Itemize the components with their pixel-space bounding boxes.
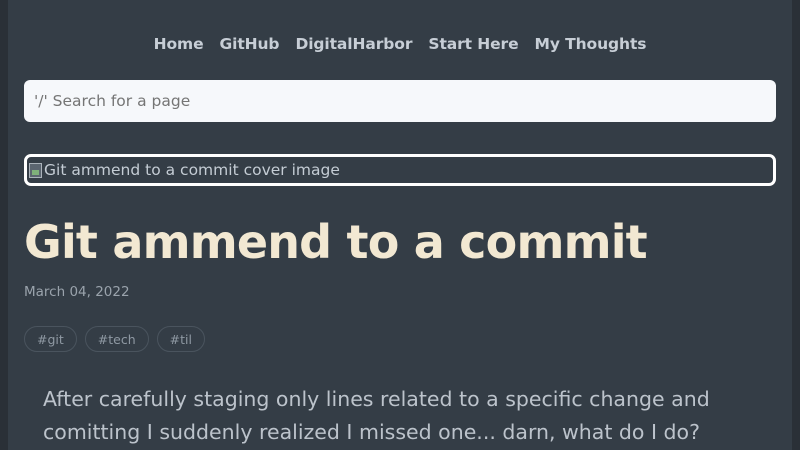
search-input[interactable] — [24, 80, 776, 122]
tag-til[interactable]: #til — [156, 326, 205, 352]
nav-start-here-link[interactable]: Start Here — [428, 34, 518, 54]
nav-github-link[interactable]: GitHub — [219, 34, 279, 54]
page-container: Home GitHub DigitalHarbor Start Here My … — [8, 0, 792, 450]
post-date: March 04, 2022 — [24, 284, 130, 300]
broken-image-icon — [29, 162, 42, 178]
tag-git[interactable]: #git — [24, 326, 77, 352]
nav-home-link[interactable]: Home — [154, 34, 204, 54]
cover-image-alt-text: Git ammend to a commit cover image — [44, 161, 340, 179]
top-nav: Home GitHub DigitalHarbor Start Here My … — [8, 34, 792, 54]
cover-image: Git ammend to a commit cover image — [24, 154, 776, 186]
post-intro-paragraph: After carefully staging only lines relat… — [43, 387, 710, 444]
tag-list: #git #tech #til — [24, 326, 205, 352]
nav-my-thoughts-link[interactable]: My Thoughts — [535, 34, 647, 54]
nav-digitalharbor-link[interactable]: DigitalHarbor — [295, 34, 412, 54]
post-title: Git ammend to a commit — [24, 215, 648, 269]
tag-tech[interactable]: #tech — [84, 326, 149, 352]
